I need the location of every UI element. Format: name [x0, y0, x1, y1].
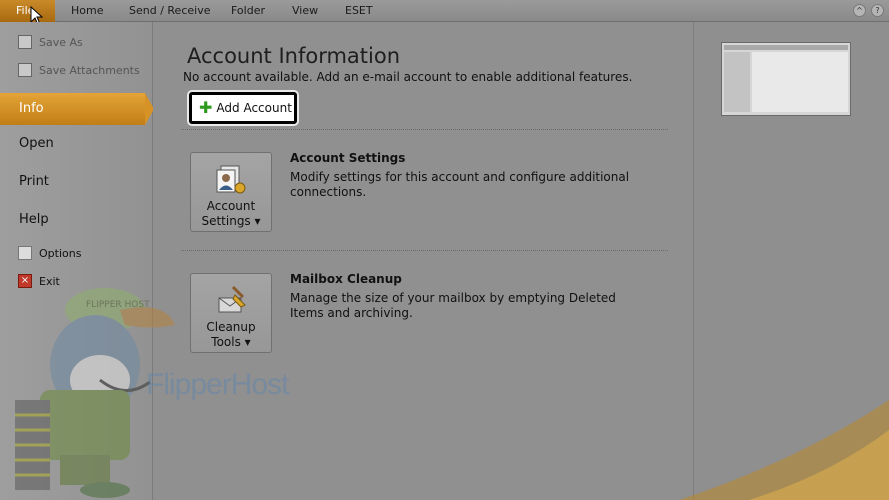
account-settings-button-label: Account Settings ▾ — [201, 199, 261, 228]
mascot-cap-text: FLIPPER HOST — [86, 300, 150, 310]
tab-folder[interactable]: Folder — [231, 4, 265, 17]
nav-print[interactable]: Print — [19, 174, 49, 189]
nav-save-as[interactable]: Save As — [18, 35, 83, 49]
add-icon: ✚ — [199, 98, 213, 117]
outlook-preview-thumbnail — [721, 42, 851, 116]
save-attachments-icon — [18, 63, 32, 77]
account-settings-button[interactable]: Account Settings ▾ — [190, 152, 272, 232]
ribbon-tab-bar: File Home Send / Receive Folder View ESE… — [0, 0, 889, 22]
account-settings-title: Account Settings — [290, 151, 406, 165]
add-account-button[interactable]: ✚ Add Account — [189, 92, 297, 124]
minimize-ribbon-icon[interactable]: ^ — [853, 4, 866, 17]
nav-open[interactable]: Open — [19, 136, 54, 151]
tab-eset[interactable]: ESET — [345, 4, 373, 17]
nav-save-as-label: Save As — [39, 35, 83, 49]
nav-options-label: Options — [39, 246, 82, 260]
nav-save-attachments-label: Save Attachments — [39, 63, 140, 77]
page-subtitle: No account available. Add an e-mail acco… — [183, 70, 633, 84]
preview-pane — [679, 22, 889, 500]
separator — [181, 250, 668, 251]
watermark-logo-text: FlipperHost — [146, 368, 289, 401]
mailbox-cleanup-description: Manage the size of your mailbox by empty… — [290, 291, 616, 320]
nav-save-attachments[interactable]: Save Attachments — [18, 63, 140, 77]
nav-help[interactable]: Help — [19, 212, 49, 227]
tab-file[interactable]: File — [0, 0, 55, 22]
tab-view[interactable]: View — [292, 4, 318, 17]
nav-options[interactable]: Options — [18, 246, 81, 260]
account-settings-icon — [216, 165, 246, 194]
options-icon — [18, 246, 32, 260]
page-title: Account Information — [187, 44, 401, 68]
nav-info[interactable]: Info — [0, 93, 145, 125]
save-as-icon — [18, 35, 32, 49]
separator — [181, 129, 668, 130]
help-icon[interactable]: ? — [871, 4, 884, 17]
nav-info-label: Info — [19, 101, 44, 116]
account-settings-description: Modify settings for this account and con… — [290, 170, 630, 199]
tab-home[interactable]: Home — [71, 4, 103, 17]
tab-send-receive[interactable]: Send / Receive — [129, 4, 210, 17]
decorative-swoosh — [679, 400, 889, 500]
add-account-label: Add Account — [216, 101, 292, 115]
